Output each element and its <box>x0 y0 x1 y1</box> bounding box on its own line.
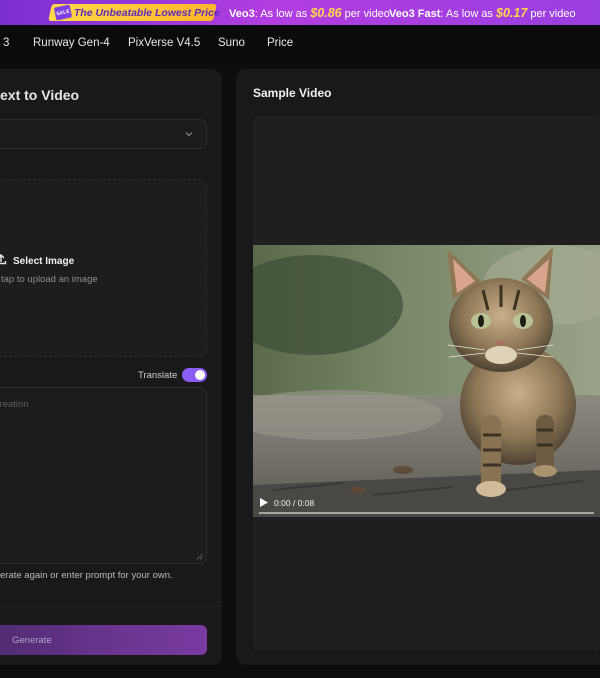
translate-label: Translate <box>138 370 178 381</box>
offer-price: $0.17 <box>496 6 528 20</box>
video-container: 0:00 / 0:08 <box>253 116 600 651</box>
offer-prefix: : As low as <box>254 8 311 20</box>
upload-hint: tap to upload an image <box>1 274 98 285</box>
upload-icon <box>0 254 7 265</box>
offer-price: $0.86 <box>310 6 342 20</box>
offer-prefix: : As low as <box>440 8 496 20</box>
cat-video-frame <box>253 245 600 517</box>
panel-title: ext to Video <box>0 87 80 103</box>
top-nav: 3 Runway Gen-4 PixVerse V4.5 Suno Price <box>0 25 600 63</box>
video-time: 0:00 / 0:08 <box>274 498 315 508</box>
toggle-knob <box>195 370 205 380</box>
offer-model: Veo3 Fast <box>389 8 441 20</box>
nav-item-price[interactable]: Price <box>267 37 293 49</box>
sample-video-title: Sample Video <box>253 86 332 100</box>
image-upload-area[interactable]: Select Image tap to upload an image <box>0 179 207 357</box>
translate-toggle[interactable] <box>182 368 207 382</box>
prompt-textarea[interactable]: r creation <box>0 387 207 564</box>
offer-model: Veo3 <box>229 8 255 20</box>
nav-item-runway-gen-4[interactable]: Runway Gen-4 <box>33 37 110 49</box>
offer-veo3: Veo3: As low as $0.86 per video <box>229 6 390 20</box>
sample-video-panel: Sample Video 0:00 / 0:08 <box>236 69 600 665</box>
video-progress-bar[interactable] <box>259 512 594 514</box>
promo-headline: The Unbeatable Lowest Price <box>74 6 220 19</box>
play-icon[interactable] <box>260 498 268 507</box>
model-select[interactable] <box>0 119 207 149</box>
nav-item-model-3[interactable]: 3 <box>3 37 9 49</box>
resize-handle-icon[interactable] <box>196 553 203 560</box>
offer-veo3-fast: Veo3 Fast: As low as $0.17 per video <box>389 6 576 20</box>
chevron-down-icon <box>185 132 193 137</box>
offer-suffix: per video <box>341 8 390 20</box>
promo-headline-pill[interactable]: The Unbeatable Lowest Price <box>48 4 220 21</box>
sample-video-player[interactable]: 0:00 / 0:08 <box>253 245 600 517</box>
video-controls: 0:00 / 0:08 <box>253 489 600 517</box>
promo-banner[interactable]: The Unbeatable Lowest Price SALE Veo3: A… <box>0 0 600 25</box>
prompt-placeholder: r creation <box>0 399 29 410</box>
nav-item-suno[interactable]: Suno <box>218 37 245 49</box>
generate-button[interactable]: Generate <box>0 625 207 655</box>
nav-item-pixverse[interactable]: PixVerse V4.5 <box>128 37 200 49</box>
generator-panel: ext to Video Select Image tap to upload … <box>0 69 222 665</box>
select-image-label: Select Image <box>13 256 75 267</box>
prompt-hint: erate again or enter prompt for your own… <box>0 570 173 581</box>
generate-label: Generate <box>12 634 52 646</box>
divider <box>0 606 222 607</box>
offer-suffix: per video <box>527 8 576 20</box>
